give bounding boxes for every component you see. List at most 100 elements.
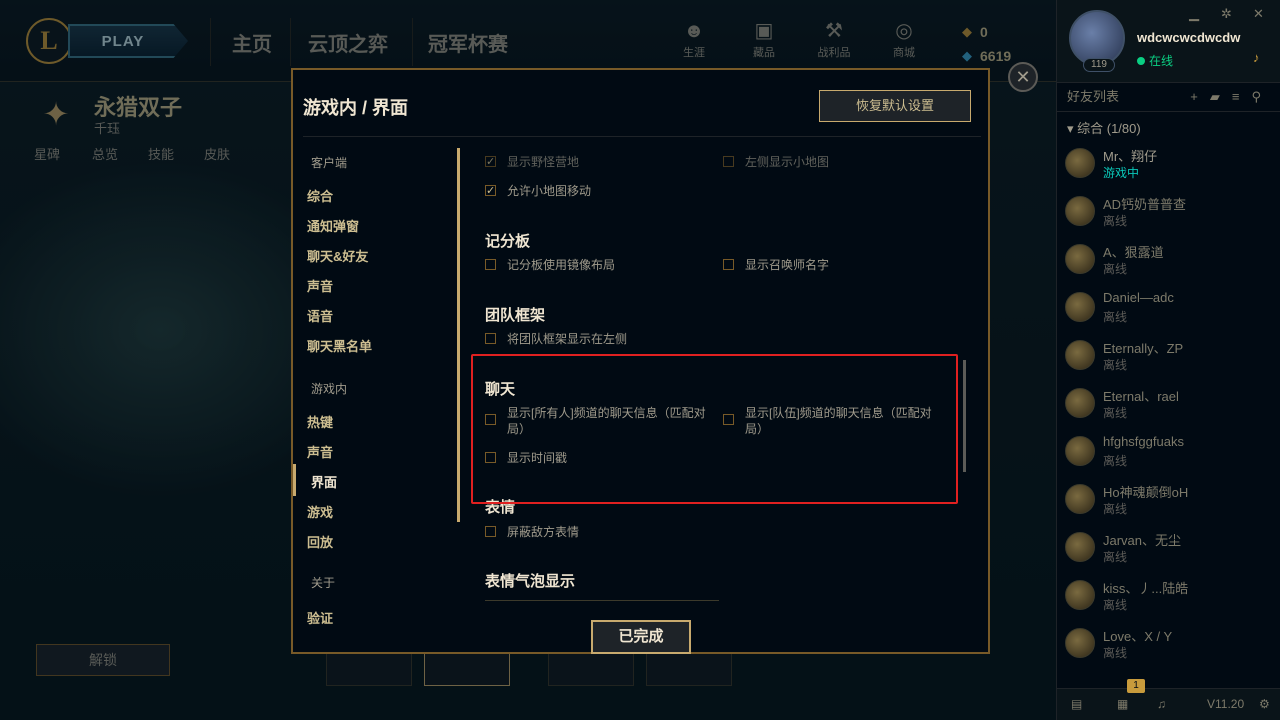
friends-toolbar: +▰≡⚲ <box>1190 83 1273 111</box>
online-status[interactable]: 在线 <box>1137 52 1173 69</box>
help-gear-icon[interactable]: ⚙ <box>1259 697 1270 711</box>
friend-group-toggle[interactable]: ▾ 综合 (1/80) <box>1067 118 1141 137</box>
friend-row[interactable]: Love、X / Y 离线 <box>1057 620 1280 668</box>
menu-item-interface[interactable]: 界面 <box>311 472 337 491</box>
friend-status: 离线 <box>1103 262 1128 276</box>
friend-status: 离线 <box>1103 310 1128 324</box>
content-scrollbar[interactable] <box>963 360 966 472</box>
friend-status: 离线 <box>1103 214 1128 228</box>
checkbox-minimap-move[interactable]: 允许小地图移动 <box>485 183 591 199</box>
done-button[interactable]: 已完成 <box>591 620 691 654</box>
friend-row[interactable]: Jarvan、无尘 离线 <box>1057 524 1280 572</box>
menu-group-client: 客户端 <box>311 156 348 170</box>
close-icon[interactable]: ✕ <box>1253 6 1264 22</box>
checkbox-box[interactable] <box>485 526 496 537</box>
chat-icon[interactable]: ▤ <box>1071 697 1082 711</box>
friend-avatar <box>1065 292 1095 322</box>
add-folder-icon[interactable]: ▰ <box>1210 89 1232 104</box>
checkbox-block-enemy-emotes[interactable]: 屏蔽敌方表情 <box>485 524 579 540</box>
friend-name: Daniel—adc <box>1103 290 1174 305</box>
notification-bell-icon[interactable]: ♪ <box>1253 50 1260 65</box>
menu-item-sound[interactable]: 声音 <box>307 276 333 295</box>
friend-avatar <box>1065 340 1095 370</box>
friend-avatar <box>1065 532 1095 562</box>
voice-icon[interactable]: ♫ <box>1157 697 1166 711</box>
search-icon[interactable]: ⚲ <box>1251 89 1273 104</box>
friend-row[interactable]: Mr、翔仔游戏中 <box>1057 140 1280 188</box>
social-bottom-bar: ▤ ▦ 1 ♫ V11.20 ⚙ <box>1057 679 1280 720</box>
friend-avatar <box>1065 388 1095 418</box>
friend-row[interactable]: Eternal、rael 离线 <box>1057 380 1280 428</box>
section-scoreboard: 记分板 <box>485 233 531 250</box>
friend-avatar <box>1065 580 1095 610</box>
friend-row[interactable]: Daniel—adc 离线 <box>1057 284 1280 332</box>
menu-scrollbar[interactable] <box>457 148 460 522</box>
friend-row[interactable]: kiss、丿...陆皓 离线 <box>1057 572 1280 620</box>
checkbox-label: 将团队框架显示在左侧 <box>507 332 628 346</box>
menu-item-chat-friends[interactable]: 聊天&好友 <box>307 246 368 265</box>
checkbox-box[interactable] <box>485 333 496 344</box>
social-panel: 119 wdcwcwcdwcdw 在线 ▁ ✲ ✕ ♪ 好友列表 +▰≡⚲ ▾ … <box>1056 0 1280 720</box>
friend-row[interactable]: AD钙奶普普查 离线 <box>1057 188 1280 236</box>
checkbox-box[interactable] <box>485 259 496 270</box>
checkbox-team-frame-left[interactable]: 将团队框架显示在左侧 <box>485 331 627 347</box>
menu-item-hotkeys[interactable]: 热键 <box>307 412 333 431</box>
checkbox-box[interactable] <box>723 156 734 167</box>
checkbox-box[interactable] <box>723 259 734 270</box>
active-menu-indicator <box>293 464 296 496</box>
chat-section-highlight <box>471 354 958 504</box>
checkbox-scoreboard-mirror[interactable]: 记分板使用镜像布局 <box>485 257 615 273</box>
list-icon[interactable]: ≡ <box>1232 89 1252 104</box>
menu-item-voice[interactable]: 语音 <box>307 306 333 325</box>
friend-name: Mr、翔仔 <box>1103 149 1158 164</box>
settings-gear-icon[interactable]: ✲ <box>1221 6 1232 22</box>
friend-row[interactable]: A、狠露道 离线 <box>1057 236 1280 284</box>
missions-icon[interactable]: ▦ <box>1117 697 1128 711</box>
menu-item-general[interactable]: 综合 <box>307 186 333 205</box>
modal-breadcrumb: 游戏内 / 界面 <box>303 98 409 118</box>
minimize-icon[interactable]: ▁ <box>1189 6 1199 22</box>
modal-close-button[interactable]: ✕ <box>1008 62 1038 92</box>
friend-status: 游戏中 <box>1103 166 1140 180</box>
menu-item-chat-blocklist[interactable]: 聊天黑名单 <box>307 336 372 355</box>
friend-status: 离线 <box>1103 406 1128 420</box>
checkbox-label: 显示召唤师名字 <box>745 258 830 272</box>
checkbox-summoner-names[interactable]: 显示召唤师名字 <box>723 257 829 273</box>
friend-name: Ho神魂颠倒oH <box>1103 485 1189 500</box>
friend-name: kiss、丿...陆皓 <box>1103 581 1189 596</box>
menu-item-game[interactable]: 游戏 <box>307 502 333 521</box>
summoner-level: 119 <box>1083 58 1115 72</box>
restore-defaults-button[interactable]: 恢复默认设置 <box>819 90 971 122</box>
menu-item-verification[interactable]: 验证 <box>307 608 333 627</box>
friend-status: 离线 <box>1103 550 1128 564</box>
checkbox-label: 显示野怪营地 <box>507 155 580 169</box>
friend-avatar <box>1065 436 1095 466</box>
friend-status: 离线 <box>1103 502 1128 516</box>
summoner-name: wdcwcwcdwcdw <box>1137 30 1241 45</box>
menu-item-notifications[interactable]: 通知弹窗 <box>307 216 359 235</box>
checkbox-minimap-left[interactable]: 左侧显示小地图 <box>723 154 829 170</box>
friends-list-title: 好友列表 <box>1067 89 1120 104</box>
checkbox-label: 允许小地图移动 <box>507 184 592 198</box>
checkbox-box[interactable] <box>485 154 496 170</box>
checkbox-box[interactable] <box>485 183 496 199</box>
friend-status: 离线 <box>1103 598 1128 612</box>
menu-group-about: 关于 <box>311 576 336 590</box>
add-friend-icon[interactable]: + <box>1190 89 1210 104</box>
friend-name: Eternally、ZP <box>1103 341 1184 356</box>
profile-card[interactable]: 119 wdcwcwcdwcdw 在线 ▁ ✲ ✕ ♪ <box>1057 0 1280 82</box>
friend-name: hfghsfggfuaks <box>1103 434 1184 449</box>
friend-row[interactable]: hfghsfggfuaks 离线 <box>1057 428 1280 476</box>
friend-row[interactable]: Eternally、ZP 离线 <box>1057 332 1280 380</box>
notification-badge: 1 <box>1127 679 1145 693</box>
friend-avatar <box>1065 244 1095 274</box>
menu-item-ingame-sound[interactable]: 声音 <box>307 442 333 461</box>
emote-bubble-dropdown[interactable] <box>485 600 719 604</box>
menu-item-replays[interactable]: 回放 <box>307 532 333 551</box>
friend-name: Eternal、rael <box>1103 389 1179 404</box>
section-emote-bubble: 表情气泡显示 <box>485 573 576 590</box>
divider <box>303 136 981 137</box>
friend-row[interactable]: Ho神魂颠倒oH 离线 <box>1057 476 1280 524</box>
checkbox-show-camps[interactable]: 显示野怪营地 <box>485 154 579 170</box>
friend-name: Love、X / Y <box>1103 629 1173 644</box>
